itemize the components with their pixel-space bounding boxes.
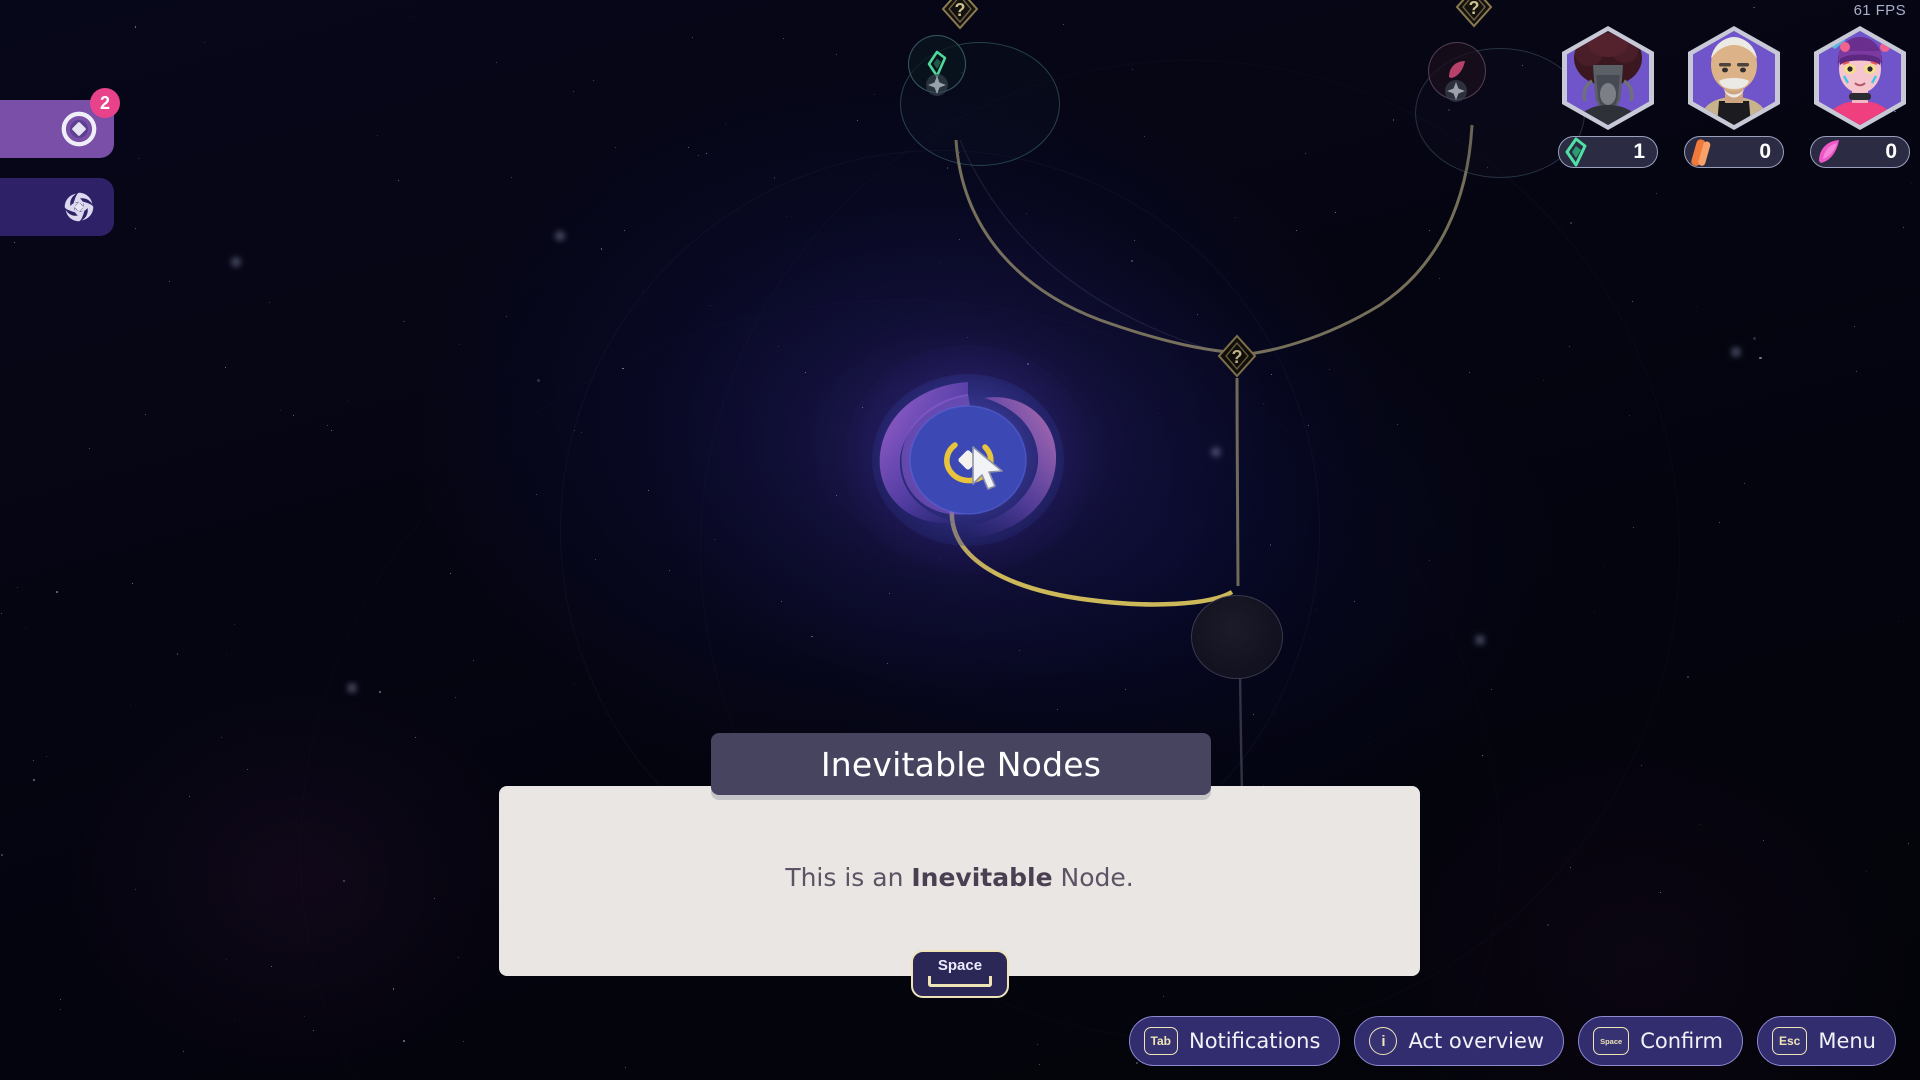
spacebar-shape — [928, 976, 992, 987]
bottom-hint-bar: Tab Notifications i Act overview Space C… — [1128, 1016, 1896, 1066]
pink-teardrop-icon — [1819, 140, 1839, 163]
tutorial-text-suffix: Node. — [1052, 862, 1134, 892]
key-space: Space — [1593, 1027, 1630, 1055]
avatar — [1819, 31, 1901, 125]
green-diamond-icon — [1565, 137, 1587, 167]
unknown-node-left[interactable]: ? — [936, 0, 979, 30]
stat-value: 1 — [1633, 140, 1645, 163]
key-i: i — [1369, 1027, 1398, 1055]
confirm-label: Confirm — [1640, 1029, 1723, 1053]
advance-key-label: Space — [937, 957, 983, 974]
unknown-node-glyph: ? — [1232, 347, 1243, 367]
unknown-node-center[interactable]: ? — [1212, 332, 1257, 378]
tutorial-text: This is an Inevitable Node. — [785, 863, 1133, 892]
stat-value: 0 — [1759, 140, 1771, 163]
portrait-frame[interactable] — [1814, 26, 1906, 130]
stat-pill-2: 0 — [1684, 136, 1784, 168]
avatar — [1567, 31, 1649, 125]
orange-bar-icon — [1691, 139, 1711, 166]
stat-value: 0 — [1885, 140, 1897, 163]
confirm-button[interactable]: Space Confirm — [1578, 1016, 1743, 1066]
tutorial-dialog-title: Inevitable Nodes — [711, 733, 1211, 795]
key-space-label: Space — [1600, 1036, 1623, 1046]
plus-marker-icon — [926, 74, 948, 96]
tutorial-text-prefix: This is an — [785, 862, 912, 892]
party-member-3[interactable]: 0 — [1808, 26, 1912, 168]
act-overview-button[interactable]: i Act overview — [1354, 1016, 1565, 1066]
menu-button[interactable]: Esc Menu — [1756, 1016, 1896, 1066]
key-esc: Esc — [1771, 1027, 1808, 1055]
empty-node[interactable] — [1191, 595, 1283, 679]
notifications-button[interactable]: Tab Notifications — [1128, 1016, 1341, 1066]
tutorial-text-bold: Inevitable — [911, 862, 1053, 892]
menu-label: Menu — [1818, 1029, 1876, 1053]
mouse-cursor — [972, 446, 1003, 490]
sidebar-tab-ring[interactable]: 2 — [0, 88, 120, 158]
stat-pill-3: 0 — [1810, 136, 1910, 168]
ring-diamond-icon — [61, 111, 97, 147]
party-member-1[interactable]: 1 — [1556, 26, 1660, 168]
party-member-2[interactable]: 0 — [1682, 26, 1786, 168]
unknown-node-right[interactable]: ? — [1450, 0, 1493, 28]
tutorial-dialog-body: This is an Inevitable Node. — [499, 786, 1420, 976]
sidebar-tabs: 2 — [0, 88, 120, 256]
notifications-label: Notifications — [1189, 1029, 1321, 1053]
portrait-frame[interactable] — [1688, 26, 1780, 130]
sidebar-tab-badge: 2 — [90, 88, 120, 118]
party-hud: 1 0 0 — [1556, 4, 1912, 168]
key-tab: Tab — [1143, 1027, 1178, 1055]
unknown-node-glyph: ? — [955, 0, 966, 20]
plus-marker-icon — [1445, 80, 1467, 102]
stat-pill-1: 1 — [1558, 136, 1658, 168]
advance-key-prompt[interactable]: Space — [911, 950, 1009, 998]
avatar — [1693, 31, 1775, 125]
page-title: Inevitable Nodes — [820, 744, 1102, 784]
game-screen: ? ? ? 2 61 FPS 1 0 0 This is an Inevitab… — [0, 0, 1920, 1080]
unknown-node-glyph: ? — [1469, 0, 1480, 18]
portrait-frame[interactable] — [1562, 26, 1654, 130]
act-overview-label: Act overview — [1408, 1029, 1545, 1053]
spiral-vortex-icon — [64, 192, 94, 222]
sidebar-tab-vortex[interactable] — [0, 178, 114, 236]
